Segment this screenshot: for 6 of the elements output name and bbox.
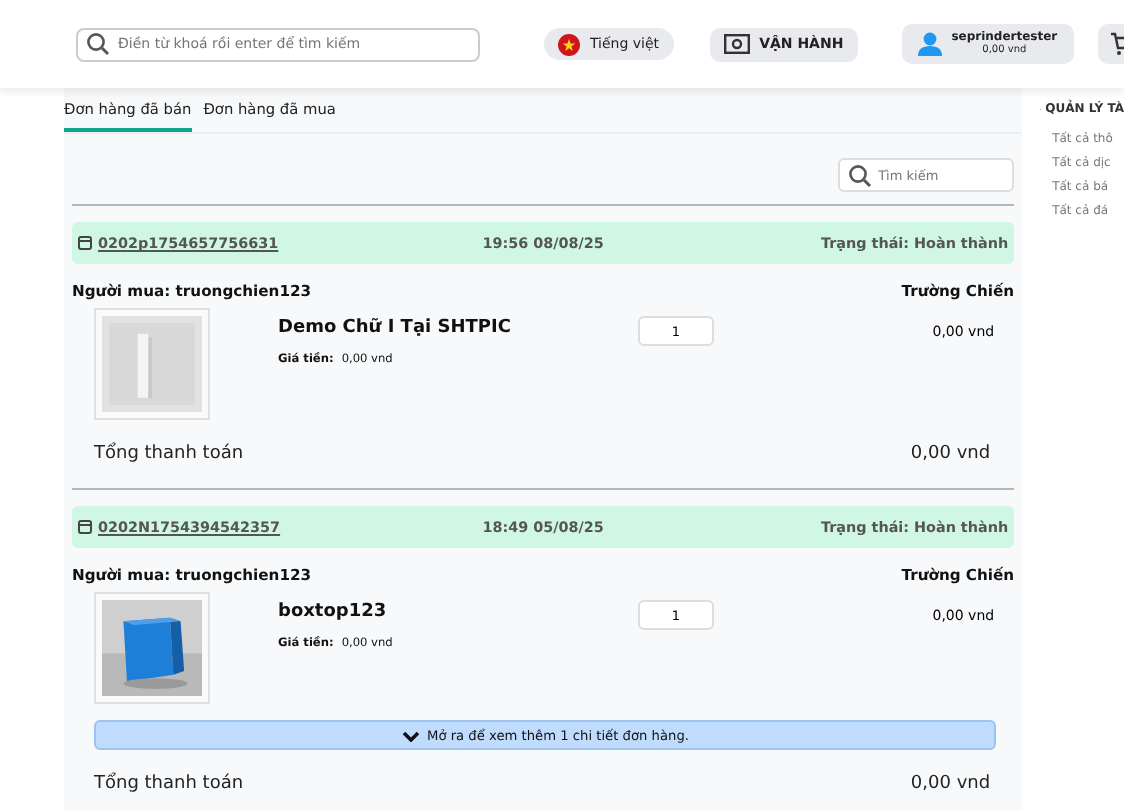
product-name: boxtop123 [278, 602, 389, 622]
total-label: Tổng thanh toán [94, 774, 244, 794]
total-label: Tổng thanh toán [94, 444, 244, 464]
total-value: 0,00 vnd [910, 444, 991, 464]
total-value: 0,00 vnd [910, 774, 991, 794]
product-name: Demo Chữ I Tại SHTPIC [278, 318, 513, 338]
